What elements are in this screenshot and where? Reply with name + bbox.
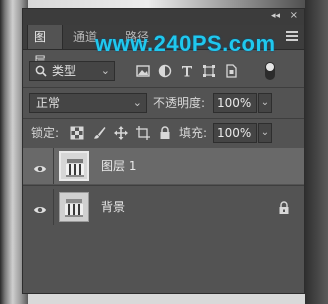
lock-image-pixels-brush-icon[interactable]: [91, 125, 107, 141]
tab-layers[interactable]: 图层: [27, 25, 63, 68]
lock-icon[interactable]: [278, 200, 290, 214]
collapse-panel-button[interactable]: ◂◂: [271, 10, 280, 22]
filter-kind-select[interactable]: 类型 ⌄: [29, 61, 115, 81]
opacity-input[interactable]: 100%: [213, 93, 257, 113]
lock-transparent-pixels-icon[interactable]: [69, 125, 85, 141]
adjustment-layer-filter-icon[interactable]: [157, 63, 173, 79]
divider: [23, 118, 304, 119]
layer-row-layer-1[interactable]: 图层 1: [23, 148, 304, 184]
fill-input[interactable]: 100%: [213, 123, 257, 143]
divider: [23, 185, 304, 186]
eye-visibility-icon[interactable]: [33, 201, 47, 213]
divider: [53, 148, 54, 184]
lock-position-move-icon[interactable]: [113, 125, 129, 141]
blend-row: 正常 ⌄ 不透明度: 100% ⌄: [23, 93, 304, 117]
search-icon: [34, 62, 48, 85]
panel-title-strip: ◂◂ ×: [23, 9, 304, 25]
layer-filter-row: 类型 ⌄: [23, 61, 304, 85]
canvas-background-top: [28, 0, 328, 8]
pixel-layer-filter-icon[interactable]: [135, 63, 151, 79]
opacity-dropdown-button[interactable]: ⌄: [258, 93, 272, 113]
type-layer-filter-icon[interactable]: [179, 63, 195, 79]
panel-menu-icon[interactable]: [286, 31, 298, 41]
blend-mode-select[interactable]: 正常 ⌄: [29, 93, 147, 113]
smart-object-filter-icon[interactable]: [223, 63, 239, 79]
layer-name[interactable]: 图层 1: [101, 148, 136, 184]
lock-artboard-icon[interactable]: [135, 125, 151, 141]
divider: [23, 87, 304, 88]
watermark-text: www.240PS.com: [95, 31, 276, 56]
blend-mode-value: 正常: [36, 96, 61, 110]
shape-layer-filter-icon[interactable]: [201, 63, 217, 79]
filter-kind-label: 类型: [52, 64, 77, 78]
lock-label: 锁定:: [31, 126, 60, 140]
canvas-background-bottom: [28, 294, 305, 304]
divider: [53, 189, 54, 225]
fill-label: 填充:: [179, 126, 208, 140]
opacity-label: 不透明度:: [153, 96, 206, 110]
lock-all-icon[interactable]: [157, 125, 173, 141]
layer-row-background[interactable]: 背景: [23, 189, 304, 225]
layer-name[interactable]: 背景: [101, 189, 125, 225]
layer-thumbnail: [59, 192, 89, 222]
lock-row: 锁定: 填充: 100% ⌄: [23, 123, 304, 147]
close-panel-button[interactable]: ×: [290, 9, 298, 23]
layer-thumbnail: [59, 151, 89, 181]
canvas-background-right: [305, 0, 328, 304]
layers-list: 图层 1 背景: [23, 147, 304, 293]
chevron-down-icon: ⌄: [100, 64, 110, 77]
fill-dropdown-button[interactable]: ⌄: [258, 123, 272, 143]
filter-toggle-switch[interactable]: [265, 62, 275, 80]
chevron-down-icon: ⌄: [132, 96, 142, 109]
layers-panel: ◂◂ × 图层 通道 路径 www.240PS.com 类型 ⌄: [22, 8, 305, 294]
eye-visibility-icon[interactable]: [33, 160, 47, 172]
